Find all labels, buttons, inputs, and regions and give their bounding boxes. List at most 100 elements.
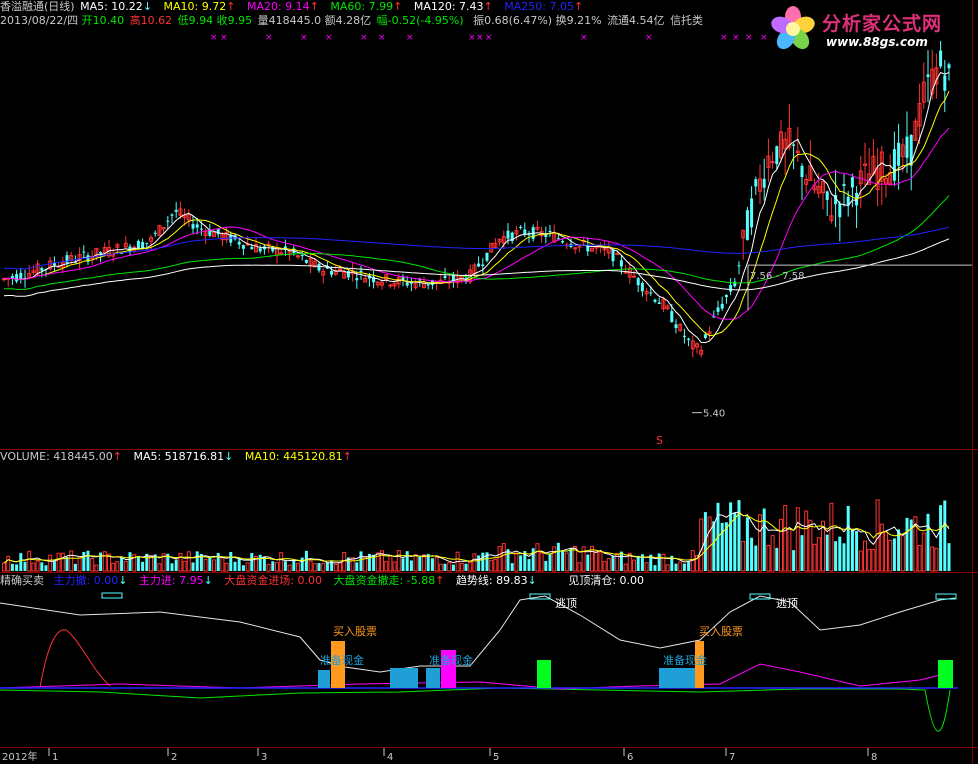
volume-bar — [443, 563, 447, 571]
low-marker-label: 5.40 — [703, 409, 725, 420]
volume-bar — [653, 565, 657, 571]
volume-bar — [707, 516, 712, 572]
arrow-down-icon: ↓ — [118, 574, 128, 587]
candle-body — [145, 242, 149, 244]
signal-x-marker: × — [210, 33, 218, 43]
buy-label: 买入股票 — [333, 625, 377, 638]
main-in-label: 主力进: 7.95 — [138, 574, 204, 587]
candle-body — [682, 335, 686, 337]
chart-canvas[interactable]: 2012年 1 2 3 4 5 6 7 87.56 - 7.585.40S× × × × × × × × × × ×… — [0, 0, 978, 764]
volume-bar — [548, 553, 552, 571]
ma250-label: MA250: 7.05 — [504, 0, 574, 13]
candle-group — [2, 40, 951, 358]
x-axis-month-label: 7 — [729, 752, 735, 763]
volume-bar — [539, 552, 544, 572]
arrow-up-icon: ↑ — [342, 450, 352, 463]
candle-body — [153, 232, 157, 234]
ma10-line — [3, 90, 950, 337]
volume-bar — [632, 559, 636, 572]
volume-bar — [783, 505, 788, 572]
volume-bar — [737, 500, 741, 571]
volume-bar — [342, 552, 347, 572]
volume-bar — [586, 554, 590, 571]
volume-bar — [921, 532, 926, 572]
buy-label: 买入股票 — [699, 625, 743, 638]
volume-bar — [879, 523, 884, 572]
volume-bar — [481, 552, 485, 571]
candle-body — [237, 241, 241, 245]
volume-bar — [65, 556, 69, 571]
volume-bar — [40, 562, 44, 571]
watermark-title: 分析家公式网 — [822, 13, 943, 35]
volume-bar — [838, 536, 842, 571]
volume-bar — [94, 564, 99, 572]
candle-body — [250, 247, 254, 250]
stock-title: 香溢融通(日线) — [0, 0, 75, 13]
volume-bar — [90, 557, 95, 572]
volume-bar — [229, 552, 233, 571]
candle-body — [304, 260, 308, 263]
candle-body — [405, 282, 409, 286]
volume-bar — [687, 561, 691, 571]
volume-bar — [157, 563, 162, 572]
volume-bar — [745, 517, 749, 571]
arrow-up-icon: ↑ — [435, 574, 445, 587]
candle-body — [82, 251, 86, 253]
volume-bar — [123, 560, 128, 572]
candle-body — [317, 263, 321, 271]
volume-bar — [535, 543, 540, 572]
ma5-line — [3, 71, 950, 344]
volume-bar — [858, 550, 863, 572]
volume-bar — [464, 563, 468, 571]
candle-body — [687, 338, 691, 340]
arrow-up-icon: ↑ — [309, 0, 319, 13]
volume-bar — [762, 508, 766, 571]
volume-bar — [418, 556, 422, 571]
float-label: 流通4.54亿 — [607, 14, 665, 27]
candle-body — [65, 255, 69, 263]
arrow-down-icon: ↓ — [224, 450, 234, 463]
volume-bar — [430, 558, 434, 571]
x-axis-month-label: 4 — [387, 752, 393, 763]
candle-body — [338, 268, 342, 271]
signal-x-marker: × — [580, 33, 588, 43]
range-marker-label: 7.56 - 7.58 — [750, 271, 805, 282]
volume-bar — [44, 565, 48, 571]
volume-bar — [556, 542, 560, 571]
prep-cash-label: 准备现金 — [663, 653, 707, 667]
volume-bar — [657, 553, 661, 571]
volume-bar — [19, 553, 23, 571]
x-axis-month-label: 6 — [627, 752, 633, 763]
candle-body — [19, 272, 23, 280]
volume-bar — [384, 561, 389, 572]
volume-bar — [808, 519, 813, 572]
volume-bar — [355, 562, 359, 571]
volume-bar — [136, 555, 140, 571]
volume-bar — [468, 561, 473, 572]
volume-bar — [333, 563, 338, 572]
volume-bar — [77, 557, 82, 572]
trend-label: 趋势线: 89.83 — [455, 574, 528, 587]
volume-bar — [434, 557, 439, 572]
arrow-down-icon: ↓ — [203, 574, 213, 587]
ma60-label: MA60: 7.99 — [330, 0, 394, 13]
date-label: 2013/08/22/四 — [0, 14, 79, 27]
volume-bar — [308, 560, 313, 572]
volume-bar — [60, 552, 65, 572]
signal-x-marker: × — [485, 33, 493, 43]
signal-x-marker: × — [378, 33, 386, 43]
candle-body — [477, 263, 481, 267]
volume-bar — [779, 518, 783, 572]
volume-bar — [35, 560, 40, 572]
volume-bar — [401, 558, 405, 571]
volume-bar — [6, 555, 11, 572]
high-label: 高10.62 — [129, 14, 173, 27]
volume-bar — [917, 544, 922, 572]
volume-bar — [552, 546, 557, 572]
candle-body — [775, 146, 779, 165]
candle-body — [838, 203, 842, 218]
volume-bar — [792, 550, 796, 571]
volume-bar — [350, 557, 355, 572]
prep-cash-block — [318, 670, 330, 688]
candle-body — [401, 277, 405, 280]
